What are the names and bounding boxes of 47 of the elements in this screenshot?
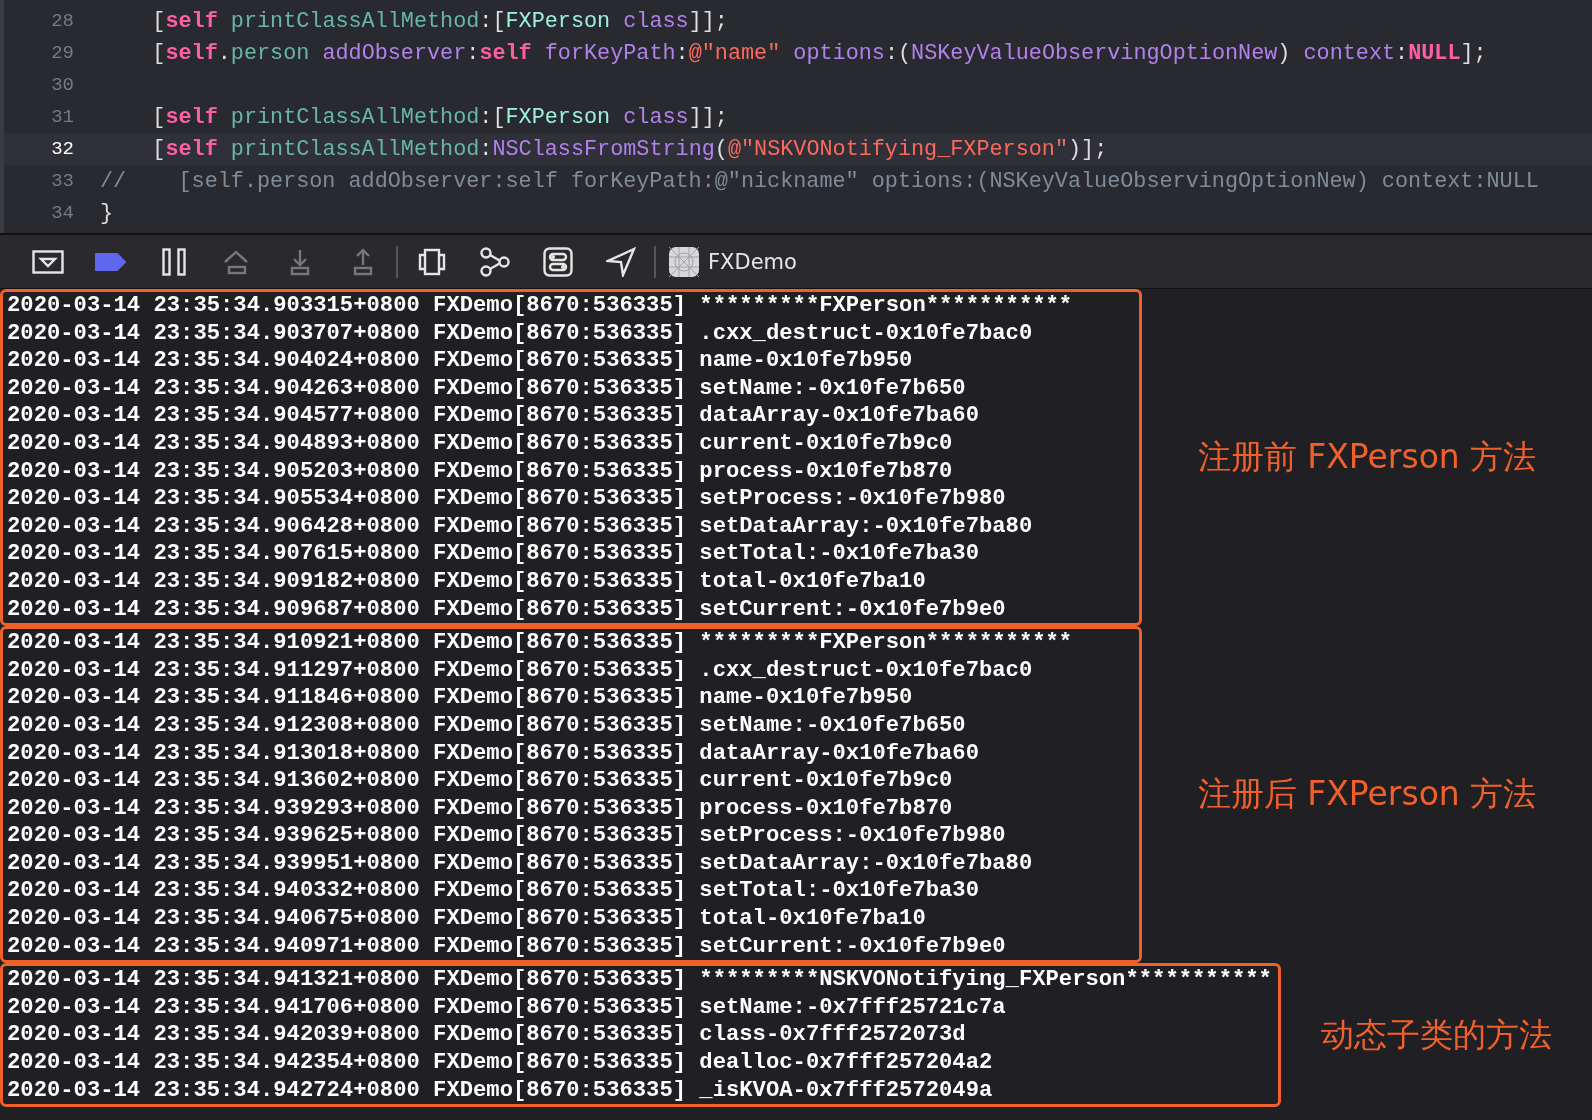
log-line: 2020-03-14 23:35:34.913018+0800 FXDemo[8670:536335] dataArray-0x10fe7ba60	[7, 739, 980, 768]
log-line: 2020-03-14 23:35:34.940971+0800 FXDemo[8670:536335] setCurrent:-0x10fe7b9e0	[7, 932, 1007, 961]
log-line: 2020-03-14 23:35:34.906428+0800 FXDemo[8670:536335] setDataArray:-0x10fe7ba80	[7, 512, 1034, 541]
line-number: 34	[50, 202, 74, 224]
log-line: 2020-03-14 23:35:34.940332+0800 FXDemo[8670:536335] setTotal:-0x10fe7ba30	[7, 877, 980, 906]
log-line: 2020-03-14 23:35:34.903707+0800 FXDemo[8670:536335] .cxx_destruct-0x10fe7bac0	[7, 319, 1034, 348]
line-number: 33	[50, 170, 74, 192]
line-number: 32	[50, 138, 74, 160]
log-line: 2020-03-14 23:35:34.910921+0800 FXDemo[8670:536335] *********FXPerson***********	[7, 629, 1074, 657]
log-line: 2020-03-14 23:35:34.905534+0800 FXDemo[8670:536335] setProcess:-0x10fe7b980	[7, 485, 1007, 513]
log-line: 2020-03-14 23:35:34.939951+0800 FXDemo[8670:536335] setDataArray:-0x10fe7ba80	[7, 849, 1034, 878]
line-number: 29	[50, 42, 74, 64]
log-line: 2020-03-14 23:35:34.909182+0800 FXDemo[8670:536335] total-0x10fe7ba10	[7, 567, 927, 596]
log-line: 2020-03-14 23:35:34.942354+0800 FXDemo[8670:536335] dealloc-0x7fff257204a2	[7, 1049, 994, 1077]
annotation-text: 注册后 FXPerson 方法	[1197, 774, 1537, 814]
log-line: 2020-03-14 23:35:34.904577+0800 FXDemo[8670:536335] dataArray-0x10fe7ba60	[7, 402, 980, 430]
code-line: [self printClassAllMethod:NSClassFromString(@"NSKVONotifying_FXPerson")];	[151, 136, 1108, 162]
log-line: 2020-03-14 23:35:34.942039+0800 FXDemo[8670:536335] class-0x7fff2572073d	[7, 1021, 967, 1050]
log-line: 2020-03-14 23:35:34.942724+0800 FXDemo[8670:536335] _isKVOA-0x7fff2572049a	[7, 1076, 994, 1105]
log-line: 2020-03-14 23:35:34.939293+0800 FXDemo[8670:536335] process-0x10fe7b870	[7, 794, 954, 823]
log-line: 2020-03-14 23:35:34.904024+0800 FXDemo[8670:536335] name-0x10fe7b950	[7, 347, 914, 375]
log-line: 2020-03-14 23:35:34.909687+0800 FXDemo[8670:536335] setCurrent:-0x10fe7b9e0	[7, 595, 1007, 624]
log-line: 2020-03-14 23:35:34.904263+0800 FXDemo[8670:536335] setName:-0x10fe7b650	[7, 374, 967, 403]
log-line: 2020-03-14 23:35:34.940675+0800 FXDemo[8670:536335] total-0x10fe7ba10	[7, 905, 927, 933]
code-line: [self printClassAllMethod:[FXPerson class]];	[151, 104, 728, 130]
log-line: 2020-03-14 23:35:34.912308+0800 FXDemo[8670:536335] setName:-0x10fe7b650	[7, 711, 967, 740]
app-icon	[668, 245, 700, 278]
code-line: }	[100, 200, 114, 226]
log-line: 2020-03-14 23:35:34.903315+0800 FXDemo[8670:536335] *********FXPerson***********	[7, 292, 1074, 320]
scheme-selector[interactable]: FXDemo	[658, 245, 797, 278]
code-line: // [self.person addObserver:self forKeyPath:@"nickname" options:(NSKeyValueObservingOptionNew) context:NULL	[100, 168, 1539, 194]
code-line: [self.person addObserver:self forKeyPath:@"name" options:(NSKeyValueObservingOptionNew) context:NULL];	[151, 40, 1487, 66]
log-line: 2020-03-14 23:35:34.941706+0800 FXDemo[8670:536335] setName:-0x7fff25721c7a	[7, 993, 1007, 1022]
annotation-text: 动态子类的方法	[1320, 1014, 1552, 1054]
log-line: 2020-03-14 23:35:34.907615+0800 FXDemo[8670:536335] setTotal:-0x10fe7ba30	[7, 540, 980, 568]
log-line: 2020-03-14 23:35:34.905203+0800 FXDemo[8670:536335] process-0x10fe7b870	[7, 457, 954, 486]
log-line: 2020-03-14 23:35:34.939625+0800 FXDemo[8670:536335] setProcess:-0x10fe7b980	[7, 822, 1007, 850]
log-line: 2020-03-14 23:35:34.913602+0800 FXDemo[8670:536335] current-0x10fe7b9c0	[7, 767, 954, 795]
line-number: 28	[50, 10, 74, 32]
annotation-text: 注册前 FXPerson 方法	[1197, 437, 1537, 477]
line-number: 31	[50, 106, 74, 128]
line-number: 30	[50, 74, 74, 96]
log-line: 2020-03-14 23:35:34.911846+0800 FXDemo[8670:536335] name-0x10fe7b950	[7, 684, 914, 712]
log-line: 2020-03-14 23:35:34.911297+0800 FXDemo[8670:536335] .cxx_destruct-0x10fe7bac0	[7, 656, 1034, 685]
code-line: [self printClassAllMethod:[FXPerson class]];	[151, 8, 728, 34]
log-line: 2020-03-14 23:35:34.941321+0800 FXDemo[8670:536335] *********NSKVONotifying_FXPerson***********	[7, 966, 1272, 994]
log-line: 2020-03-14 23:35:34.904893+0800 FXDemo[8670:536335] current-0x10fe7b9c0	[7, 429, 954, 458]
